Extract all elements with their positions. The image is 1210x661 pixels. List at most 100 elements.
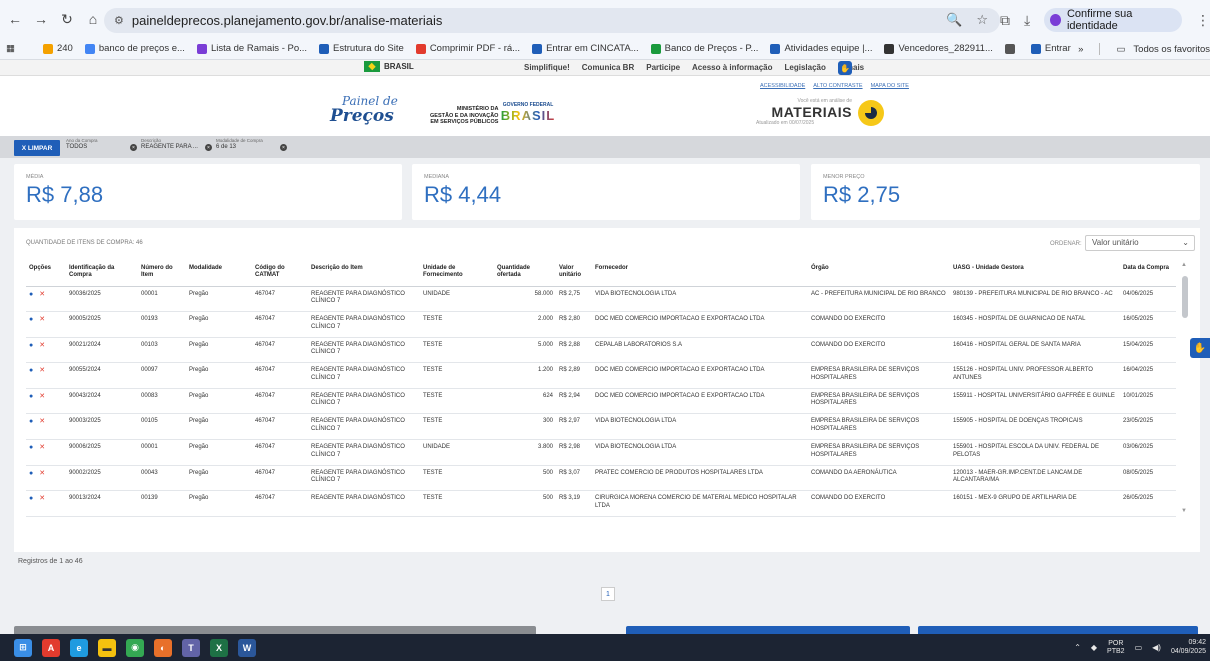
remove-icon[interactable]: ✕ [39, 418, 45, 425]
bookmark-item[interactable]: Lista de Ramais - Po... [196, 43, 307, 54]
tray-app-icon[interactable]: ◆ [1091, 643, 1097, 652]
horizontal-scrollbar[interactable] [14, 626, 536, 634]
action-button[interactable] [918, 626, 1198, 634]
gov-link-simplifique[interactable]: Simplifique! [524, 63, 570, 72]
clear-filters-button[interactable]: X LIMPAR [14, 140, 60, 156]
column-header[interactable]: Unidade de Fornecimento [420, 262, 494, 287]
view-icon[interactable]: ● [29, 367, 33, 374]
firefox-icon[interactable]: ◐ [154, 638, 172, 657]
pdf-app-icon[interactable]: A [42, 638, 60, 657]
zoom-icon[interactable]: 🔍 [946, 12, 962, 28]
bookmark-item[interactable]: Estrutura do Site [319, 43, 404, 54]
vlibras-side-icon[interactable]: ✋ [1190, 338, 1210, 358]
column-header[interactable]: Descrição do Item [308, 262, 420, 287]
forward-icon[interactable]: → [30, 8, 52, 30]
remove-icon[interactable]: ✕ [39, 316, 45, 323]
column-header[interactable]: Opções [26, 262, 66, 287]
remove-icon[interactable]: ✕ [39, 470, 45, 477]
vlibras-icon[interactable]: ✋ [838, 61, 852, 75]
table-cell: CIRURGICA MORENA COMERCIO DE MATERIAL ME… [592, 490, 808, 517]
pie-chart-icon[interactable] [858, 100, 884, 126]
column-header[interactable]: Número do Item [138, 262, 186, 287]
remove-icon[interactable]: ✕ [39, 495, 45, 502]
remove-filter-icon[interactable]: × [130, 144, 137, 151]
tray-chevron-icon[interactable]: ⌃ [1074, 643, 1081, 652]
column-header[interactable]: Data da Compra [1120, 262, 1176, 287]
column-header[interactable]: Modalidade [186, 262, 252, 287]
gov-brasil-link[interactable]: BRASIL [364, 61, 414, 72]
bookmark-item[interactable]: Entrar em CINCATA... [532, 43, 639, 54]
table-cell: 08/05/2025 [1120, 465, 1176, 492]
identity-button[interactable]: Confirme sua identidade [1044, 8, 1182, 32]
bookmark-star-icon[interactable]: ☆ [976, 12, 988, 28]
link-acessibilidade[interactable]: ACESSIBILIDADE [760, 83, 805, 89]
file-explorer-icon[interactable]: ▬ [98, 638, 116, 657]
apps-icon[interactable]: ▦ [6, 43, 15, 54]
reload-icon[interactable]: ↻ [56, 8, 78, 30]
view-icon[interactable]: ● [29, 495, 33, 502]
clock[interactable]: 09:42 04/09/2025 [1171, 639, 1206, 656]
gov-link-participe[interactable]: Participe [646, 63, 680, 72]
order-select[interactable]: Valor unitário ⌄ [1085, 235, 1195, 251]
windows-start-icon[interactable]: ⊞ [14, 638, 32, 657]
bookmark-item[interactable] [1004, 43, 1019, 54]
bookmark-item[interactable]: Comprimir PDF - rá... [415, 43, 520, 54]
excel-icon[interactable]: X [210, 638, 228, 657]
address-bar[interactable]: ⚙ paineldeprecos.planejamento.gov.br/ana… [104, 8, 1000, 33]
remove-icon[interactable]: ✕ [39, 444, 45, 451]
more-bookmarks[interactable]: » [1078, 44, 1083, 55]
back-icon[interactable]: ← [4, 8, 26, 30]
home-icon[interactable]: ⌂ [82, 8, 104, 30]
view-icon[interactable]: ● [29, 470, 33, 477]
column-header[interactable]: Órgão [808, 262, 950, 287]
bookmark-item[interactable]: Atividades equipe |... [770, 43, 872, 54]
column-header[interactable]: Identificação da Compra [66, 262, 138, 287]
gov-link-comunica[interactable]: Comunica BR [582, 63, 634, 72]
bookmark-item[interactable]: 240 [42, 43, 73, 54]
remove-icon[interactable]: ✕ [39, 342, 45, 349]
column-header[interactable]: UASG - Unidade Gestora [950, 262, 1120, 287]
remove-filter-icon[interactable]: × [205, 144, 212, 151]
menu-icon[interactable]: ⋮ [1196, 12, 1210, 29]
word-icon[interactable]: W [238, 638, 256, 657]
network-icon[interactable]: ▭ [1135, 643, 1143, 652]
all-favorites-link[interactable]: Todos os favoritos [1133, 44, 1210, 55]
view-icon[interactable]: ● [29, 444, 33, 451]
download-icon[interactable]: ⤓ [1024, 12, 1030, 29]
painel-precos-logo[interactable]: Painel de Preços [330, 94, 398, 126]
gov-link-legislacao[interactable]: Legislação [785, 63, 826, 72]
remove-icon[interactable]: ✕ [39, 291, 45, 298]
table-scrollbar[interactable]: ▲ ▼ [1181, 262, 1189, 514]
gov-link-acesso[interactable]: Acesso à informação [692, 63, 772, 72]
view-icon[interactable]: ● [29, 418, 33, 425]
remove-icon[interactable]: ✕ [39, 393, 45, 400]
column-header[interactable]: Fornecedor [592, 262, 808, 287]
page-button[interactable]: 1 [601, 587, 615, 601]
ministerio-logo: MINISTÉRIO DA GESTÃO E DA INOVAÇÃO EM SE… [430, 106, 499, 126]
remove-filter-icon[interactable]: × [280, 144, 287, 151]
bookmark-item[interactable]: banco de preços e... [84, 43, 185, 54]
bookmark-item[interactable]: Vencedores_282911... [884, 43, 993, 54]
view-icon[interactable]: ● [29, 393, 33, 400]
view-icon[interactable]: ● [29, 291, 33, 298]
link-alto-contraste[interactable]: ALTO CONTRASTE [813, 83, 862, 89]
scroll-thumb[interactable] [1182, 276, 1188, 318]
scroll-down-icon[interactable]: ▼ [1181, 508, 1187, 514]
extensions-icon[interactable]: ⧉ [1000, 12, 1010, 29]
view-icon[interactable]: ● [29, 342, 33, 349]
bookmark-item[interactable]: Banco de Preços - P... [650, 43, 758, 54]
action-button[interactable] [626, 626, 910, 634]
teams-icon[interactable]: T [182, 638, 200, 657]
scroll-up-icon[interactable]: ▲ [1181, 262, 1187, 268]
site-settings-icon[interactable]: ⚙ [114, 14, 124, 27]
edge-icon[interactable]: e [70, 638, 88, 657]
volume-icon[interactable]: ◀) [1152, 643, 1161, 652]
column-header[interactable]: Valor unitário [556, 262, 592, 287]
column-header[interactable]: Quantidade ofertada [494, 262, 556, 287]
view-icon[interactable]: ● [29, 316, 33, 323]
column-header[interactable]: Código do CATMAT [252, 262, 308, 287]
remove-icon[interactable]: ✕ [39, 367, 45, 374]
language-indicator[interactable]: POR PTB2 [1107, 640, 1125, 655]
link-mapa-site[interactable]: MAPA DO SITE [871, 83, 909, 89]
chrome-icon[interactable]: ◉ [126, 638, 144, 657]
